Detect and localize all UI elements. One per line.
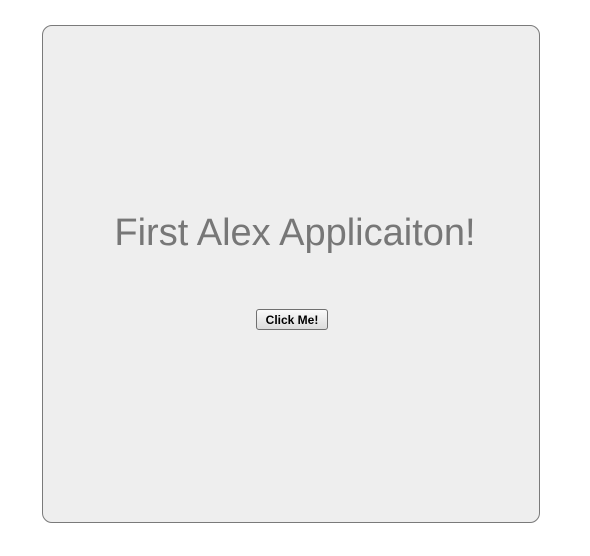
app-title: First Alex Applicaiton! bbox=[114, 212, 476, 254]
app-panel bbox=[42, 25, 540, 523]
click-me-button[interactable]: Click Me! bbox=[256, 309, 328, 330]
